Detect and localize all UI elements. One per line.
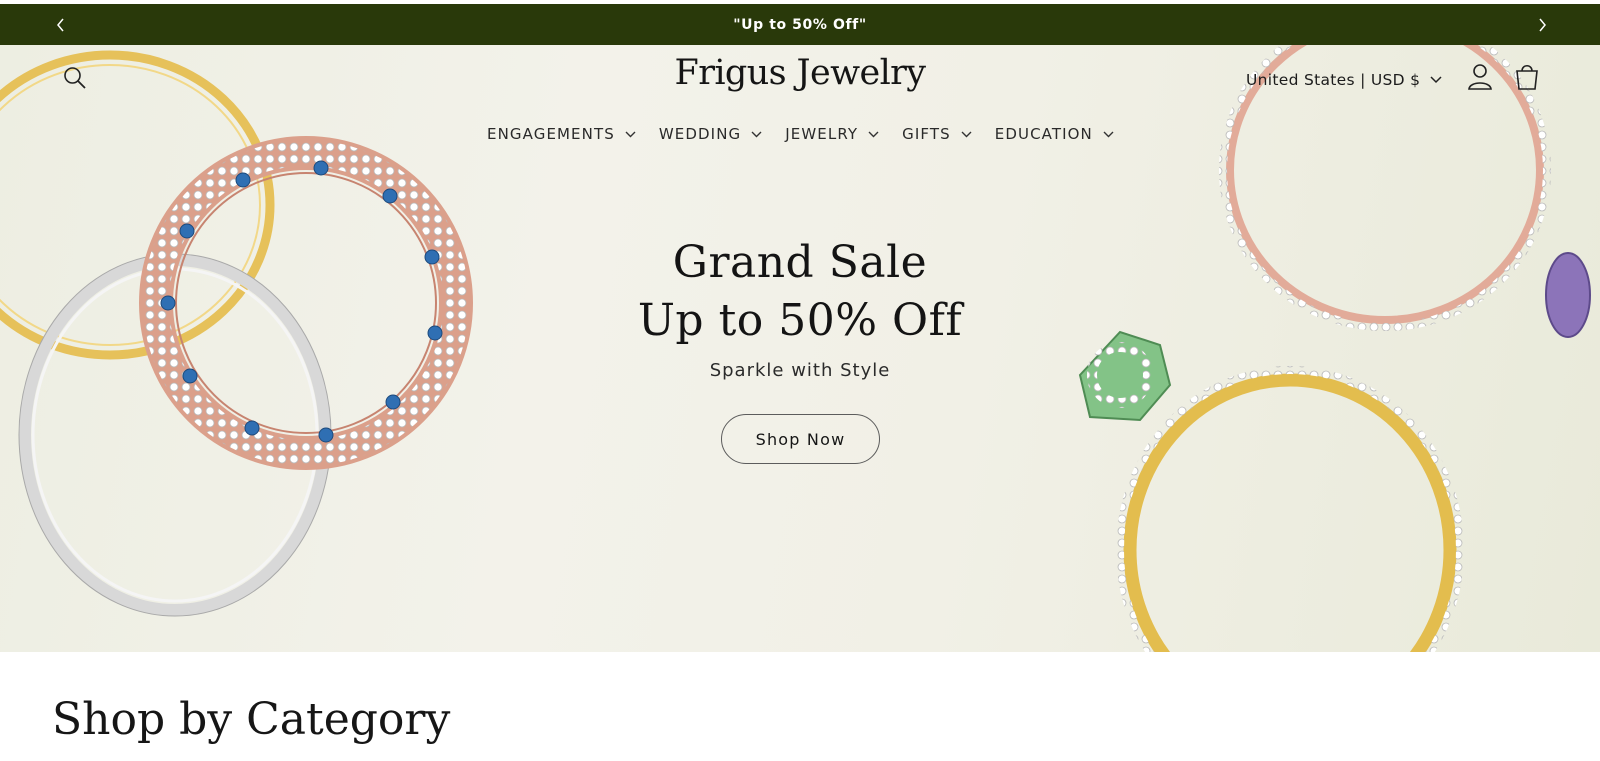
chevron-down-icon — [1103, 131, 1114, 137]
shop-by-category-heading: Shop by Category — [52, 694, 451, 745]
hero-title: Grand Sale Up to 50% Off — [500, 234, 1100, 350]
hero-banner: Frigus Jewelry United States | USD $ ENG… — [0, 45, 1600, 652]
locale-selector[interactable]: United States | USD $ — [1246, 66, 1442, 94]
announcement-next-button[interactable] — [1531, 14, 1553, 36]
hero-subtitle: Sparkle with Style — [709, 360, 891, 381]
announcement-prev-button[interactable] — [50, 14, 72, 36]
chevron-left-icon — [57, 18, 64, 32]
nav-item-label: WEDDING — [658, 125, 742, 143]
chevron-down-icon — [961, 131, 972, 137]
chevron-down-icon — [1430, 76, 1442, 84]
search-button[interactable] — [62, 65, 92, 95]
announcement-bar: "Up to 50% Off" — [0, 4, 1600, 45]
cart-button[interactable] — [1513, 62, 1543, 94]
chevron-down-icon — [751, 131, 762, 137]
chevron-right-icon — [1539, 18, 1546, 32]
announcement-text: "Up to 50% Off" — [733, 16, 867, 33]
shop-now-button[interactable]: Shop Now — [721, 414, 880, 464]
nav-item-engagements[interactable]: ENGAGEMENTS — [487, 123, 636, 145]
hero-title-line1: Grand Sale — [672, 237, 928, 288]
account-button[interactable] — [1466, 62, 1496, 94]
nav-item-label: JEWELRY — [785, 125, 859, 143]
search-icon — [64, 67, 86, 89]
nav-item-label: ENGAGEMENTS — [487, 125, 615, 143]
main-nav: ENGAGEMENTS WEDDING JEWELRY GIFTS EDUCAT… — [487, 123, 1114, 145]
cart-icon — [1516, 64, 1538, 90]
nav-item-label: EDUCATION — [994, 125, 1093, 143]
locale-label: United States | USD $ — [1246, 71, 1421, 89]
nav-item-jewelry[interactable]: JEWELRY — [785, 123, 879, 145]
chevron-down-icon — [625, 131, 636, 137]
nav-item-education[interactable]: EDUCATION — [995, 123, 1114, 145]
nav-item-wedding[interactable]: WEDDING — [659, 123, 762, 145]
account-icon — [1468, 64, 1492, 90]
brand-logo[interactable]: Frigus Jewelry — [600, 53, 1000, 93]
nav-item-gifts[interactable]: GIFTS — [902, 123, 972, 145]
chevron-down-icon — [868, 131, 879, 137]
nav-item-label: GIFTS — [902, 125, 951, 143]
hero-title-line2: Up to 50% Off — [637, 295, 963, 346]
